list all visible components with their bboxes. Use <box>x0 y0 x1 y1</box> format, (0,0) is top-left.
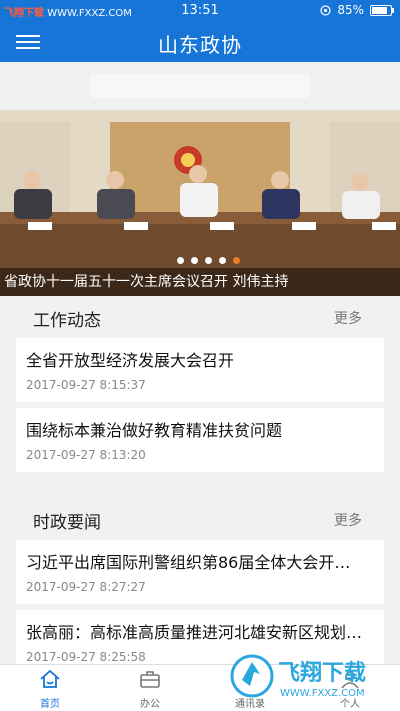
briefcase-icon <box>140 671 160 688</box>
news-item[interactable]: 围绕标本兼治做好教育精准扶贫问题 2017-09-27 8:13:20 <box>16 408 384 472</box>
location-icon <box>320 4 331 16</box>
news-date: 2017-09-27 8:13:20 <box>26 448 146 462</box>
watermark-url: WWW.FXXZ.COM <box>280 688 365 699</box>
banner-caption: 省政协十一届五十一次主席会议召开 刘伟主持 <box>0 268 400 296</box>
carousel-dot[interactable] <box>205 257 212 264</box>
news-item[interactable]: 全省开放型经济发展大会召开 2017-09-27 8:15:37 <box>16 338 384 402</box>
watermark-logo: 飞翔下载 WWW.FXXZ.COM <box>230 654 366 699</box>
news-item[interactable]: 习近平出席国际刑警组织第86届全体大会开… 2017-09-27 8:27:27 <box>16 540 384 604</box>
news-title: 围绕标本兼治做好教育精准扶贫问题 <box>26 421 283 440</box>
tab-home[interactable]: 首页 <box>10 669 90 710</box>
app-header: 山东政协 <box>0 22 400 62</box>
carousel-dot[interactable] <box>191 257 198 264</box>
news-title: 全省开放型经济发展大会召开 <box>26 351 235 370</box>
section-title: 工作动态 <box>33 311 101 331</box>
more-link[interactable]: 更多 <box>334 308 362 328</box>
section-header-news: 时政要闻 更多 <box>0 500 400 538</box>
section-title: 时政要闻 <box>33 513 101 533</box>
tab-label: 首页 <box>40 699 60 710</box>
news-carousel[interactable]: 省政协十一届五十一次主席会议召开 刘伟主持 <box>0 62 400 296</box>
carousel-indicator <box>177 257 240 264</box>
tab-label: 办公 <box>140 699 160 710</box>
more-link[interactable]: 更多 <box>334 510 362 530</box>
news-date: 2017-09-27 8:15:37 <box>26 378 146 392</box>
battery-percent: 85% <box>337 3 364 17</box>
home-icon <box>40 669 60 688</box>
battery-icon <box>370 4 394 16</box>
section-header-work: 工作动态 更多 <box>0 298 400 336</box>
status-bar: 飞翔下载 WWW.FXXZ.COM 13:51 85% <box>0 0 400 22</box>
news-date: 2017-09-27 8:25:58 <box>26 650 146 664</box>
news-title: 张高丽：高标准高质量推进河北雄安新区规划… <box>26 623 363 642</box>
status-right: 85% <box>320 3 394 17</box>
carousel-dot[interactable] <box>219 257 226 264</box>
news-title: 习近平出席国际刑警组织第86届全体大会开… <box>26 553 351 572</box>
news-date: 2017-09-27 8:27:27 <box>26 580 146 594</box>
carousel-dot[interactable] <box>233 257 240 264</box>
tab-office[interactable]: 办公 <box>110 669 190 710</box>
app-title: 山东政协 <box>158 33 242 57</box>
watermark-text: 飞翔下载 <box>278 660 366 686</box>
carousel-dot[interactable] <box>177 257 184 264</box>
